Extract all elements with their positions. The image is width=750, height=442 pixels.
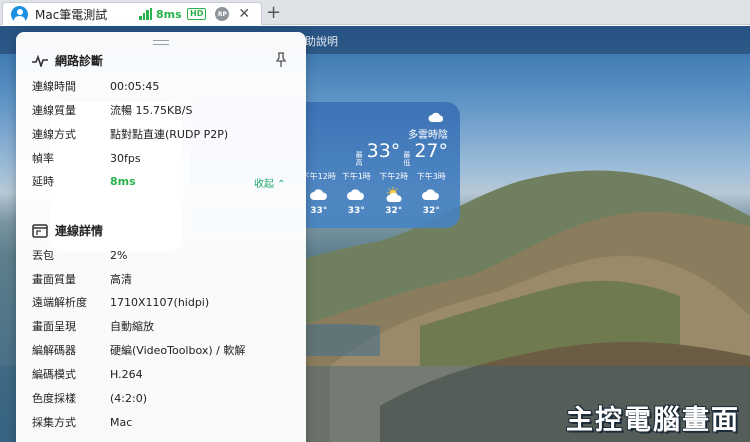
- row-label: 連線質量: [32, 104, 76, 117]
- info-row: 連線時間 00:05:45: [32, 77, 292, 95]
- row-label: 畫面質量: [32, 273, 76, 286]
- rp-badge[interactable]: RP: [215, 7, 230, 21]
- network-diagnostics-panel: 網路診斷 連線時間 00:05:45 連線質量 流暢 15.75KB/S 連線方…: [16, 32, 306, 442]
- forecast-temp: 33°: [310, 206, 328, 216]
- row-value: 高清: [110, 273, 132, 286]
- high-label: 最高: [355, 151, 363, 167]
- forecast-time: 下午1時: [341, 172, 371, 181]
- row-value: 自動縮放: [110, 320, 154, 333]
- info-row: 丟包 2%: [32, 246, 292, 264]
- row-label: 幀率: [32, 152, 54, 165]
- forecast-time: 下午12時: [301, 172, 336, 181]
- row-value: 流暢 15.75KB/S: [110, 104, 193, 117]
- info-row: 採集方式 Mac: [32, 413, 292, 431]
- row-label: 遠端解析度: [32, 296, 87, 309]
- info-row: 連線質量 流暢 15.75KB/S: [32, 101, 292, 119]
- info-row: 色度採樣 (4:2:0): [32, 389, 292, 407]
- forecast-temp: 32°: [385, 206, 403, 216]
- row-value: 00:05:45: [110, 79, 160, 93]
- user-avatar-icon: [11, 5, 28, 23]
- forecast-hour: 下午2時 32°: [375, 171, 413, 216]
- window-icon: [32, 223, 48, 238]
- forecast-time: 下午3時: [416, 172, 446, 181]
- info-row: 畫面呈現 自動縮放: [32, 317, 292, 335]
- weather-high-low: 最高 33° 最低 27°: [356, 140, 448, 167]
- menu-item-help[interactable]: 助說明: [305, 33, 338, 49]
- hd-badge[interactable]: HD: [187, 8, 207, 20]
- new-tab-button[interactable]: +: [266, 2, 281, 24]
- network-section-header: 網路診斷: [32, 52, 103, 69]
- info-row: 連線方式 點對點直連(RUDP P2P): [32, 125, 292, 143]
- cloud-icon: [347, 189, 365, 200]
- row-label: 色度採樣: [32, 392, 76, 405]
- low-label: 最低: [403, 151, 411, 167]
- cloud-icon: [428, 112, 444, 122]
- row-label: 編碼模式: [32, 368, 76, 381]
- forecast-temp: 32°: [422, 206, 440, 216]
- row-value: 硬編(VideoToolbox) / 軟解: [110, 344, 246, 357]
- row-value: (4:2:0): [110, 391, 147, 405]
- info-row: 遠端解析度 1710X1107(hidpi): [32, 293, 292, 311]
- details-section-header: 連線詳情: [32, 222, 103, 239]
- session-tab[interactable]: Mac筆電測試 8ms HD RP ✕: [2, 2, 262, 25]
- pulse-icon: [32, 54, 48, 67]
- forecast-temp: 33°: [347, 206, 365, 216]
- row-label: 採集方式: [32, 416, 76, 429]
- close-tab-icon[interactable]: ✕: [238, 6, 250, 22]
- row-label: 畫面呈現: [32, 320, 76, 333]
- info-row: 畫面質量 高清: [32, 270, 292, 288]
- forecast-hour: 下午1時 33°: [338, 171, 376, 216]
- info-row: 編碼模式 H.264: [32, 365, 292, 383]
- low-temp: 27°: [414, 140, 448, 162]
- drag-handle[interactable]: [153, 40, 169, 45]
- row-value: 1710X1107(hidpi): [110, 295, 210, 309]
- signal-strength-icon: [139, 8, 152, 20]
- row-label: 連線時間: [32, 80, 76, 93]
- row-label: 編解碼器: [32, 344, 76, 357]
- row-value: 30fps: [110, 151, 141, 165]
- tab-latency: 8ms: [156, 7, 182, 21]
- cloud-icon: [422, 189, 440, 200]
- info-row: 幀率 30fps: [32, 149, 292, 167]
- row-value: 點對點直連(RUDP P2P): [110, 128, 229, 141]
- collapse-button[interactable]: 收起 ⌃: [254, 175, 286, 190]
- weather-condition: 多雲時陰: [408, 130, 448, 141]
- pin-icon[interactable]: [274, 52, 288, 68]
- info-row: 延時 8ms: [32, 172, 292, 190]
- partly-sunny-icon: [386, 187, 402, 202]
- info-row: 編解碼器 硬編(VideoToolbox) / 軟解: [32, 341, 292, 359]
- row-label: 連線方式: [32, 128, 76, 141]
- forecast-time: 下午2時: [379, 172, 409, 181]
- row-value: Mac: [110, 415, 133, 429]
- cloud-icon: [309, 189, 327, 200]
- high-temp: 33°: [366, 140, 401, 162]
- network-section-title: 網路診斷: [55, 54, 104, 68]
- hourly-forecast: 下午12時 33° 下午1時 33° 下午2時 32° 下午3時 32°: [300, 171, 450, 216]
- row-value: H.264: [110, 367, 143, 381]
- row-label: 丟包: [32, 249, 54, 262]
- tab-bar: Mac筆電測試 8ms HD RP ✕ +: [0, 0, 750, 25]
- watermark-caption: 主控電腦畫面: [566, 405, 740, 436]
- forecast-hour: 下午3時 32°: [413, 171, 451, 216]
- row-label: 延時: [32, 175, 54, 188]
- row-value: 2%: [110, 248, 128, 262]
- details-section-title: 連線詳情: [55, 224, 104, 238]
- tab-title: Mac筆電測試: [35, 7, 108, 22]
